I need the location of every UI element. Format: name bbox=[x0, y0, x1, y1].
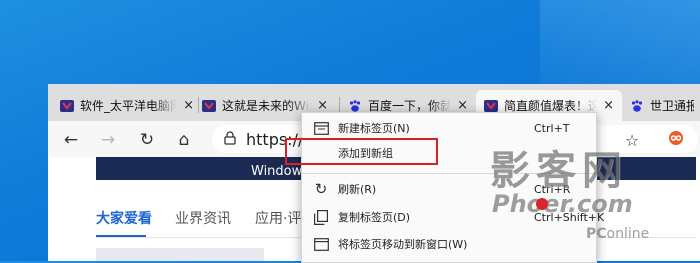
menu-item-shortcut: Ctrl+T bbox=[534, 121, 570, 135]
menu-item-label: 复制标签页(D) bbox=[338, 211, 411, 224]
home-button[interactable]: ⌂ bbox=[171, 127, 197, 153]
extension-button[interactable] bbox=[663, 127, 689, 153]
menu-item-duplicate-tab[interactable]: 复制标签页(D) Ctrl+Shift+K bbox=[302, 205, 604, 229]
tab-who-report[interactable]: 世卫通报全 bbox=[622, 90, 700, 121]
menu-item-refresh[interactable]: ↻ 刷新(R) Ctrl+R bbox=[302, 177, 596, 201]
baidu-paw-icon bbox=[630, 99, 644, 113]
tab-title: 软件_太平洋电脑网 bbox=[80, 99, 178, 113]
page-tab-industry-news[interactable]: 业界资讯 bbox=[175, 208, 231, 228]
tab-close-icon[interactable]: × bbox=[457, 98, 468, 113]
home-icon: ⌂ bbox=[178, 130, 190, 150]
star-plus-icon: ☆ bbox=[624, 130, 640, 150]
tab-close-icon[interactable]: × bbox=[183, 98, 194, 113]
red-highlight-annotation bbox=[285, 138, 438, 165]
refresh-icon: ↻ bbox=[139, 130, 155, 150]
forward-button[interactable]: → bbox=[95, 127, 121, 153]
menu-item-move-to-new-window[interactable]: 将标签页移动到新窗口(W) bbox=[302, 232, 596, 256]
menu-item-new-tab[interactable]: 新建标签页(N) Ctrl+T bbox=[302, 116, 596, 140]
extension-icon bbox=[668, 130, 684, 151]
back-button[interactable]: ← bbox=[58, 127, 84, 153]
new-tab-icon bbox=[313, 120, 329, 136]
window-icon bbox=[313, 236, 329, 252]
tab-title: 这就是未来的Win10 bbox=[222, 99, 311, 113]
menu-item-shortcut: Ctrl+R bbox=[534, 182, 571, 196]
page-tab-popular[interactable]: 大家爱看 bbox=[96, 208, 152, 228]
menu-item-label: 将标签页移动到新窗口(W) bbox=[338, 238, 468, 251]
baidu-paw-icon bbox=[348, 99, 362, 113]
tab-close-icon[interactable]: × bbox=[603, 98, 614, 113]
favorite-star-button[interactable]: ☆ bbox=[619, 127, 645, 153]
lock-icon bbox=[224, 130, 236, 149]
menu-item-label: 新建标签页(N) bbox=[338, 122, 410, 135]
refresh-icon: ↻ bbox=[314, 180, 328, 198]
pconline-logo-icon bbox=[484, 99, 498, 113]
tab-pconline-software[interactable]: 软件_太平洋电脑网 × bbox=[52, 90, 202, 121]
refresh-button[interactable]: ↻ bbox=[134, 127, 160, 153]
watermark-red-dot bbox=[536, 198, 548, 210]
article-thumbnail[interactable] bbox=[96, 248, 264, 261]
tab-title: 世卫通报全 bbox=[650, 99, 694, 113]
menu-item-label: 刷新(R) bbox=[338, 183, 377, 196]
tab-context-menu: 新建标签页(N) Ctrl+T 添加到新组 ↻ 刷新(R) Ctrl+R 复制标… bbox=[301, 112, 604, 263]
menu-item-shortcut: Ctrl+Shift+K bbox=[534, 210, 605, 224]
pconline-logo-icon bbox=[60, 99, 74, 113]
pconline-logo-icon bbox=[202, 99, 216, 113]
page-tab-apps-reviews[interactable]: 应用·评 bbox=[255, 208, 301, 228]
tab-close-icon[interactable]: × bbox=[317, 98, 328, 113]
duplicate-icon bbox=[313, 209, 329, 225]
menu-separator bbox=[302, 173, 596, 174]
back-arrow-icon: ← bbox=[63, 130, 79, 150]
forward-arrow-icon: → bbox=[100, 130, 116, 150]
